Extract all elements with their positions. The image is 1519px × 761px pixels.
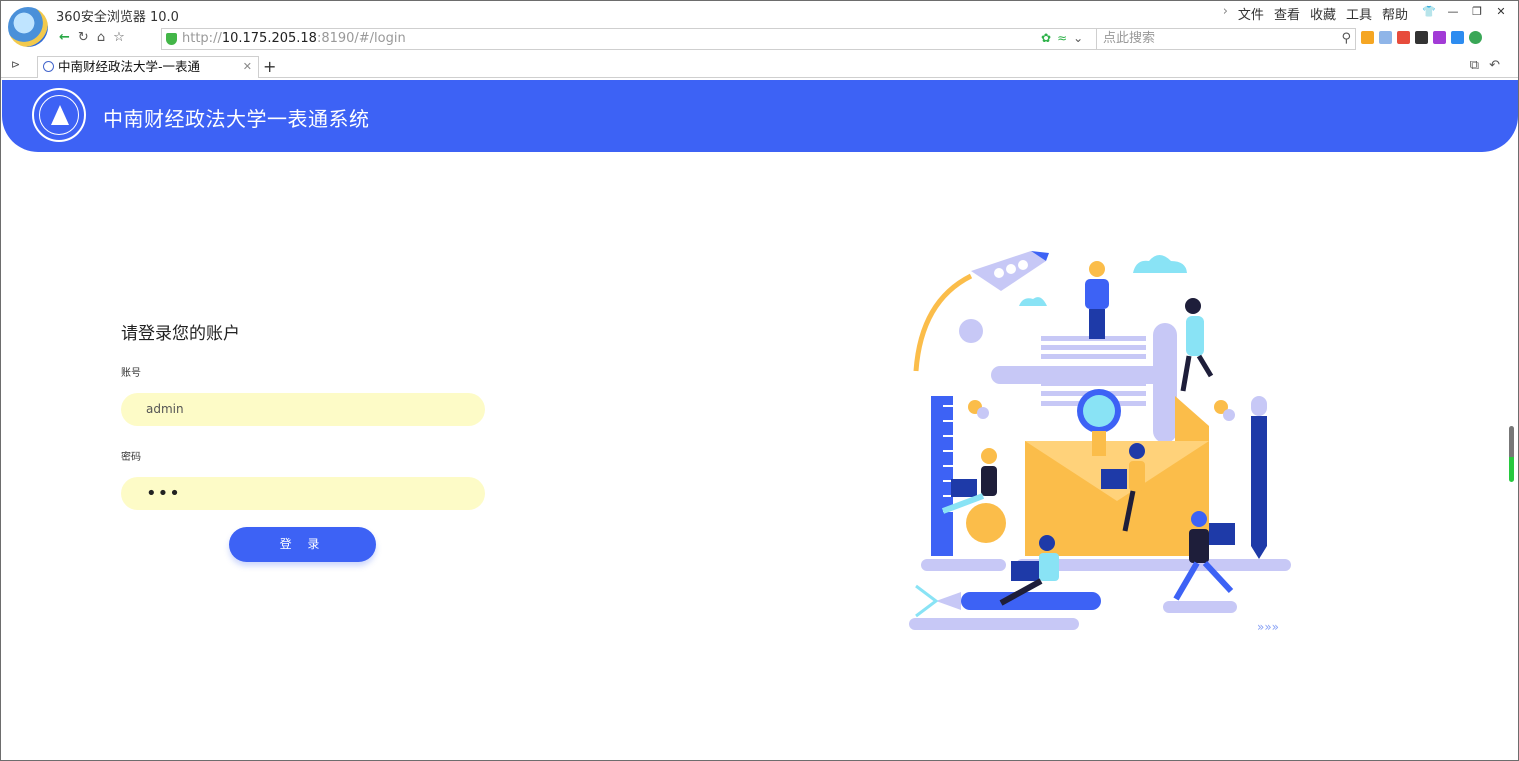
system-title: 中南财经政法大学一表通系统 (103, 107, 370, 131)
search-icon[interactable]: ⚲ (1341, 29, 1351, 49)
menu-view[interactable]: 查看 (1274, 4, 1300, 23)
tab-close-icon[interactable]: ✕ (243, 57, 252, 77)
person-jumping (1180, 298, 1214, 392)
chat-bubble-icon (1223, 409, 1235, 421)
arrows-decoration: »»» (1257, 620, 1279, 634)
restore-icon[interactable]: ❐ (1466, 3, 1488, 19)
decor-circle (959, 319, 983, 343)
platform-3 (909, 618, 1079, 630)
url-path: :8190/#/login (316, 31, 406, 46)
tab-active[interactable]: 中南财经政法大学-一表通 ✕ (37, 56, 259, 78)
url-scheme: http:// (182, 31, 222, 46)
search-placeholder: 点此搜索 (1103, 31, 1156, 46)
extension-icons (1361, 31, 1482, 44)
cloud-small-icon (1019, 297, 1047, 306)
skin-icon[interactable]: 👕 (1418, 3, 1440, 19)
new-tab-button[interactable]: + (263, 57, 276, 76)
rocket-icon (971, 251, 1049, 291)
tab-bar-tools: ⧉ ↶ (1470, 58, 1500, 73)
menu-chevron-icon[interactable]: › (1223, 4, 1228, 23)
decor-yellow-circle (966, 503, 1006, 543)
page-header: 中南财经政法大学一表通系统 (2, 80, 1518, 152)
university-logo (32, 88, 86, 142)
address-bar[interactable]: http://10.175.205.18:8190/#/login (161, 28, 1096, 50)
extension-blue-icon[interactable] (1451, 31, 1464, 44)
login-button[interactable]: 登 录 (229, 527, 376, 562)
apps-icon[interactable] (1361, 31, 1374, 44)
minimize-icon[interactable]: — (1442, 3, 1464, 19)
screenshot-icon[interactable] (1415, 31, 1428, 44)
browser-window: 360安全浏览器 10.0 › 文件 查看 收藏 工具 帮助 👕 — ❐ ✕ ←… (0, 0, 1519, 761)
search-input[interactable]: 点此搜索 ⚲ (1096, 28, 1356, 50)
scroll-bar (991, 366, 1171, 384)
person-sitting-top (1085, 261, 1109, 339)
address-bar-icons: ✿ ≈ ⌄ (1041, 31, 1083, 45)
password-label: 密码 (121, 452, 141, 463)
menu-tools[interactable]: 工具 (1346, 4, 1372, 23)
sidebar-toggle-icon[interactable]: ⊳ (11, 58, 20, 71)
menu-help[interactable]: 帮助 (1382, 4, 1408, 23)
menu-file[interactable]: 文件 (1238, 4, 1264, 23)
app-title: 360安全浏览器 10.0 (56, 10, 179, 25)
window-controls: 👕 — ❐ ✕ (1418, 3, 1512, 19)
scroll-column (1153, 323, 1177, 443)
account-label: 账号 (121, 368, 141, 379)
chat-bubble-icon (977, 407, 989, 419)
tab-title: 中南财经政法大学-一表通 (58, 59, 201, 74)
office-illustration: »»» (909, 251, 1291, 634)
undo-close-icon[interactable]: ↶ (1489, 58, 1500, 73)
scrollbar[interactable] (1509, 426, 1514, 482)
login-heading: 请登录您的账户 (121, 324, 240, 344)
tab-bar: ⊳ 中南财经政法大学-一表通 ✕ + ⧉ ↶ (1, 54, 1518, 78)
refresh-icon[interactable]: ↻ (78, 30, 89, 45)
tab-list-icon[interactable]: ⧉ (1470, 58, 1479, 73)
zoom-icon[interactable] (1379, 31, 1392, 44)
navigation-bar: ← ↻ ⌂ ☆ http://10.175.205.18:8190/#/logi… (1, 27, 1518, 51)
speed-mode-icon[interactable]: ≈ (1057, 31, 1067, 45)
compat-mode-icon[interactable]: ✿ (1041, 31, 1051, 45)
platform-4 (1163, 601, 1237, 613)
close-icon[interactable]: ✕ (1490, 3, 1512, 19)
security-shield-icon (166, 33, 177, 45)
platform-1 (921, 559, 1006, 571)
title-bar: 360安全浏览器 10.0 › 文件 查看 收藏 工具 帮助 👕 — ❐ ✕ (1, 1, 1518, 47)
account-input[interactable]: admin (121, 393, 485, 426)
nav-buttons: ← ↻ ⌂ ☆ (59, 30, 125, 45)
extension-purple-icon[interactable] (1433, 31, 1446, 44)
home-icon[interactable]: ⌂ (97, 30, 105, 45)
pencil-icon (1251, 396, 1267, 559)
cloud-icon (1133, 255, 1187, 273)
login-form: 请登录您的账户 账号 admin 密码 ••• 登 录 (121, 319, 486, 562)
extension-globe-icon[interactable] (1469, 31, 1482, 44)
url-host: 10.175.205.18 (221, 31, 317, 46)
back-arrow-icon[interactable]: ← (59, 30, 70, 45)
star-icon[interactable]: ☆ (113, 30, 125, 45)
browser-logo-icon (8, 7, 48, 47)
password-input[interactable]: ••• (121, 477, 485, 510)
tab-favicon-icon (43, 61, 54, 72)
dropdown-chevron-icon[interactable]: ⌄ (1073, 31, 1083, 45)
menu-favorites[interactable]: 收藏 (1310, 4, 1336, 23)
translate-icon[interactable] (1397, 31, 1410, 44)
menu-bar: › 文件 查看 收藏 工具 帮助 (1223, 4, 1408, 23)
